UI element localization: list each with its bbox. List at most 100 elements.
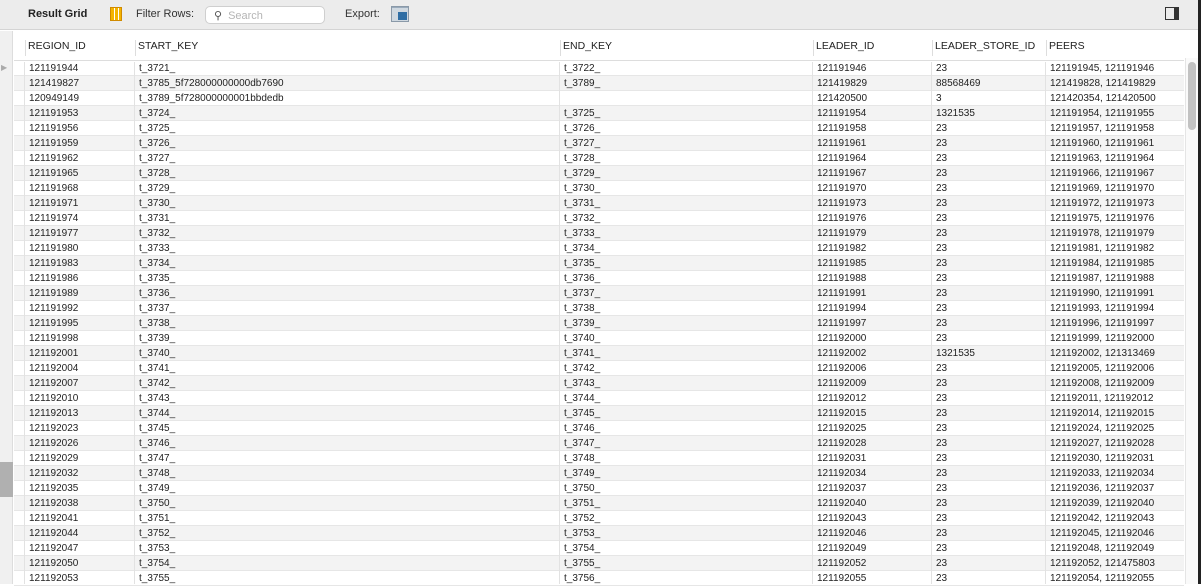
cell-start-key[interactable]: t_3731_ <box>139 213 175 224</box>
cell-region-id[interactable]: 121191959 <box>29 138 78 149</box>
cell-start-key[interactable]: t_3748_ <box>139 468 175 479</box>
cell-peers[interactable]: 121192002, 121313469 <box>1050 348 1155 359</box>
cell-end-key[interactable]: t_3747_ <box>564 438 600 449</box>
cell-peers[interactable]: 121192036, 121192037 <box>1050 483 1154 494</box>
cell-peers[interactable]: 121191987, 121191988 <box>1050 273 1154 284</box>
cell-end-key[interactable]: t_3755_ <box>564 558 600 569</box>
cell-leader-id[interactable]: 121192002 <box>817 348 866 359</box>
table-row[interactable]: 121192035 t_3749_ t_3750_ 121192037 23 121192… <box>14 481 1184 496</box>
cell-start-key[interactable]: t_3726_ <box>139 138 175 149</box>
cell-leader-id[interactable]: 121191982 <box>817 243 866 254</box>
cell-region-id[interactable]: 121191965 <box>29 168 78 179</box>
cell-peers[interactable]: 121191945, 121191946 <box>1050 63 1154 74</box>
table-row[interactable]: 121191995 t_3738_ t_3739_ 121191997 23 121191… <box>14 316 1184 331</box>
cell-start-key[interactable]: t_3738_ <box>139 318 175 329</box>
cell-leader-store-id[interactable]: 23 <box>936 288 947 299</box>
column-header-peers[interactable]: PEERS <box>1046 40 1085 56</box>
cell-region-id[interactable]: 121191953 <box>29 108 78 119</box>
column-header-start-key[interactable]: START_KEY <box>135 40 198 56</box>
cell-leader-store-id[interactable]: 23 <box>936 303 947 314</box>
cell-leader-id[interactable]: 121191991 <box>817 288 866 299</box>
cell-start-key[interactable]: t_3746_ <box>139 438 175 449</box>
table-row[interactable]: 121191989 t_3736_ t_3737_ 121191991 23 121191… <box>14 286 1184 301</box>
cell-peers[interactable]: 121191972, 121191973 <box>1050 198 1154 209</box>
table-row[interactable]: 121192050 t_3754_ t_3755_ 121192052 23 121192… <box>14 556 1184 571</box>
cell-peers[interactable]: 121192011, 121192012 <box>1050 393 1153 404</box>
cell-region-id[interactable]: 121191974 <box>29 213 78 224</box>
cell-leader-id[interactable]: 121192046 <box>817 528 866 539</box>
cell-region-id[interactable]: 121191977 <box>29 228 78 239</box>
cell-end-key[interactable]: t_3742_ <box>564 363 600 374</box>
cell-leader-store-id[interactable]: 23 <box>936 528 947 539</box>
table-row[interactable]: 121192007 t_3742_ t_3743_ 121192009 23 121192… <box>14 376 1184 391</box>
table-row[interactable]: 121191971 t_3730_ t_3731_ 121191973 23 121191… <box>14 196 1184 211</box>
cell-peers[interactable]: 121192030, 121192031 <box>1050 453 1154 464</box>
cell-leader-store-id[interactable]: 23 <box>936 243 947 254</box>
cell-start-key[interactable]: t_3755_ <box>139 573 175 584</box>
cell-end-key[interactable]: t_3738_ <box>564 303 600 314</box>
cell-leader-store-id[interactable]: 23 <box>936 483 947 494</box>
cell-leader-store-id[interactable]: 3 <box>936 93 942 104</box>
cell-region-id[interactable]: 121191944 <box>29 63 78 74</box>
filter-rows-search-input[interactable]: ⚲ Search <box>205 6 325 24</box>
table-row[interactable]: 121192004 t_3741_ t_3742_ 121192006 23 121192… <box>14 361 1184 376</box>
cell-region-id[interactable]: 121191992 <box>29 303 78 314</box>
table-row[interactable]: 121192029 t_3747_ t_3748_ 121192031 23 121192… <box>14 451 1184 466</box>
cell-end-key[interactable]: t_3722_ <box>564 63 600 74</box>
cell-start-key[interactable]: t_3745_ <box>139 423 175 434</box>
vertical-scrollbar[interactable] <box>1185 58 1198 584</box>
cell-leader-store-id[interactable]: 23 <box>936 153 947 164</box>
cell-leader-store-id[interactable]: 23 <box>936 513 947 524</box>
cell-leader-store-id[interactable]: 23 <box>936 183 947 194</box>
cell-start-key[interactable]: t_3747_ <box>139 453 175 464</box>
cell-peers[interactable]: 121191978, 121191979 <box>1050 228 1154 239</box>
cell-start-key[interactable]: t_3789_5f728000000001bbdedb <box>139 93 284 104</box>
cell-end-key[interactable]: t_3754_ <box>564 543 600 554</box>
cell-start-key[interactable]: t_3753_ <box>139 543 175 554</box>
cell-end-key[interactable]: t_3749_ <box>564 468 600 479</box>
cell-start-key[interactable]: t_3744_ <box>139 408 175 419</box>
cell-peers[interactable]: 121191981, 121191982 <box>1050 243 1154 254</box>
table-row[interactable]: 121191998 t_3739_ t_3740_ 121192000 23 121191… <box>14 331 1184 346</box>
cell-region-id[interactable]: 121419827 <box>29 78 79 89</box>
scrollbar-thumb[interactable] <box>1188 62 1196 130</box>
table-row[interactable]: 121192038 t_3750_ t_3751_ 121192040 23 121192… <box>14 496 1184 511</box>
cell-region-id[interactable]: 121192023 <box>29 423 78 434</box>
cell-leader-store-id[interactable]: 23 <box>936 198 947 209</box>
cell-peers[interactable]: 121191960, 121191961 <box>1050 138 1154 149</box>
toggle-panel-icon[interactable] <box>1165 7 1179 20</box>
cell-peers[interactable]: 121192005, 121192006 <box>1050 363 1154 374</box>
cell-end-key[interactable]: t_3748_ <box>564 453 600 464</box>
table-row[interactable]: 121191983 t_3734_ t_3735_ 121191985 23 121191… <box>14 256 1184 271</box>
table-row[interactable]: 121192047 t_3753_ t_3754_ 121192049 23 121192… <box>14 541 1184 556</box>
cell-start-key[interactable]: t_3740_ <box>139 348 175 359</box>
table-row[interactable]: 121192032 t_3748_ t_3749_ 121192034 23 121192… <box>14 466 1184 481</box>
table-row[interactable]: 120949149 t_3789_5f728000000001bbdedb 1214… <box>14 91 1184 106</box>
cell-end-key[interactable]: t_3728_ <box>564 153 600 164</box>
cell-peers[interactable]: 121192008, 121192009 <box>1050 378 1154 389</box>
cell-leader-id[interactable]: 121192000 <box>817 333 866 344</box>
cell-leader-id[interactable]: 121192028 <box>817 438 866 449</box>
cell-peers[interactable]: 121191975, 121191976 <box>1050 213 1154 224</box>
cell-peers[interactable]: 121420354, 121420500 <box>1050 93 1156 104</box>
cell-start-key[interactable]: t_3737_ <box>139 303 175 314</box>
cell-end-key[interactable]: t_3740_ <box>564 333 600 344</box>
cell-peers[interactable]: 121192052, 121475803 <box>1050 558 1155 569</box>
cell-end-key[interactable]: t_3734_ <box>564 243 600 254</box>
cell-leader-id[interactable]: 121419829 <box>817 78 867 89</box>
cell-start-key[interactable]: t_3736_ <box>139 288 175 299</box>
cell-region-id[interactable]: 121191989 <box>29 288 78 299</box>
table-row[interactable]: 121191980 t_3733_ t_3734_ 121191982 23 121191… <box>14 241 1184 256</box>
cell-leader-store-id[interactable]: 23 <box>936 543 947 554</box>
table-row[interactable]: 121191968 t_3729_ t_3730_ 121191970 23 121191… <box>14 181 1184 196</box>
cell-leader-id[interactable]: 121191961 <box>817 138 866 149</box>
cell-leader-id[interactable]: 121192034 <box>817 468 866 479</box>
cell-leader-id[interactable]: 121192043 <box>817 513 866 524</box>
cell-peers[interactable]: 121192033, 121192034 <box>1050 468 1154 479</box>
cell-end-key[interactable]: t_3750_ <box>564 483 600 494</box>
column-header-leader-id[interactable]: LEADER_ID <box>813 40 874 56</box>
cell-peers[interactable]: 121192014, 121192015 <box>1050 408 1154 419</box>
cell-peers[interactable]: 121192048, 121192049 <box>1050 543 1154 554</box>
table-row[interactable]: 121191962 t_3727_ t_3728_ 121191964 23 121191… <box>14 151 1184 166</box>
cell-leader-id[interactable]: 121191979 <box>817 228 866 239</box>
